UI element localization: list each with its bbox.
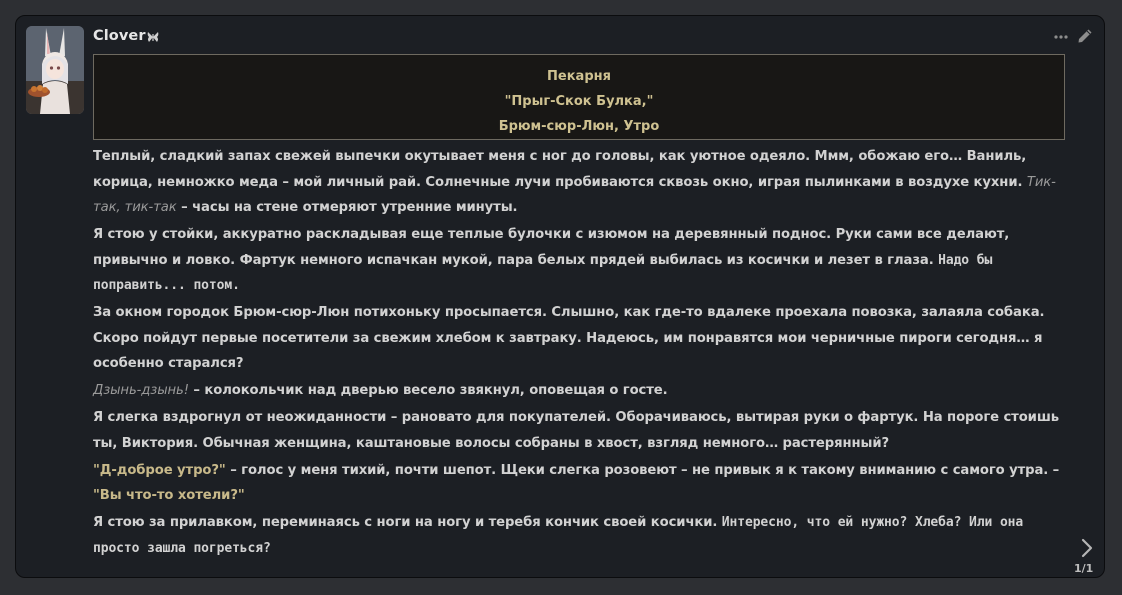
narration: – голос у меня тихий, почти шепот. Щеки …	[225, 462, 1060, 478]
character-name: Clover	[93, 28, 146, 44]
edit-pencil-icon[interactable]	[1077, 28, 1093, 44]
avatar-image	[26, 26, 84, 114]
paragraph-2: Я стою у стойки, аккуратно раскладывая е…	[93, 222, 1065, 299]
narration: Теплый, сладкий запах свежей выпечки оку…	[93, 149, 1027, 190]
chat-message: Clover Пекарня "Прыг-Скок Булка," Брюм-с…	[15, 15, 1105, 578]
location-shop-name: "Прыг-Скок Булка,"	[504, 94, 654, 109]
paragraph-6: "Д-доброе утро?" – голос у меня тихий, п…	[93, 458, 1065, 509]
narration: За окном городок Брюм-сюр-Люн потихоньку…	[93, 305, 1045, 371]
location-town-time: Брюм-сюр-Люн, Утро	[498, 119, 660, 134]
message-text: Теплый, сладкий запах свежей выпечки оку…	[93, 144, 1065, 563]
narration: Я стою за прилавком, переминаясь с ноги …	[93, 515, 722, 530]
paragraph-5: Я слегка вздрогнул от неожиданности – ра…	[93, 405, 1065, 456]
chevron-right-icon[interactable]	[1079, 538, 1095, 558]
dialogue-quote: "Вы что-то хотели?"	[93, 488, 245, 503]
character-avatar[interactable]	[26, 26, 84, 114]
narration: Я стою у стойки, аккуратно раскладывая е…	[93, 227, 1010, 268]
location-name: Пекарня	[547, 69, 611, 84]
narration: – колокольчик над дверью весело звякнул,…	[188, 383, 668, 398]
italic-sound: Дзынь-дзынь!	[93, 383, 189, 398]
paragraph-4: Дзынь-дзынь! – колокольчик над дверью ве…	[93, 378, 1065, 404]
butterfly-icon	[147, 32, 159, 42]
narration: Я слегка вздрогнул от неожиданности – ра…	[93, 410, 1059, 451]
location-header-box: Пекарня "Прыг-Скок Булка," Брюм-сюр-Люн,…	[93, 54, 1065, 140]
more-options-icon[interactable]	[1053, 30, 1069, 44]
dialogue-quote: "Д-доброе утро?"	[93, 462, 226, 478]
swipe-counter: 1/1	[1074, 562, 1094, 575]
paragraph-3: За окном городок Брюм-сюр-Люн потихоньку…	[93, 300, 1065, 377]
paragraph-7: Я стою за прилавком, переминаясь с ноги …	[93, 510, 1065, 561]
narration: – часы на стене отмеряют утренние минуты…	[176, 200, 518, 215]
paragraph-1: Теплый, сладкий запах свежей выпечки оку…	[93, 144, 1065, 221]
